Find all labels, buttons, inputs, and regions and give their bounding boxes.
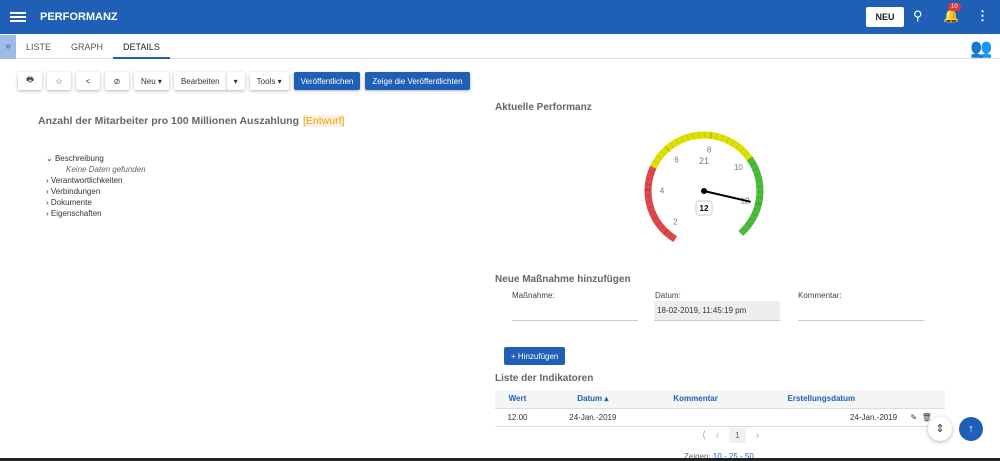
- print-button[interactable]: 🖶: [18, 72, 42, 90]
- first-page-icon[interactable]: ⟨: [702, 430, 706, 441]
- gauge-title: 21: [699, 156, 709, 166]
- tree-item-dokumente[interactable]: › Dokumente: [46, 197, 146, 208]
- new-button[interactable]: NEU: [866, 7, 904, 27]
- gauge-pivot: [701, 188, 707, 194]
- favorite-button[interactable]: ☆: [47, 72, 71, 90]
- neu-dropdown[interactable]: Neu ▾: [134, 72, 169, 90]
- cell-erstellt: 24-Jan.-2019: [745, 408, 898, 427]
- page-title: Anzahl der Mitarbeiter pro 100 Millionen…: [38, 115, 345, 127]
- tree-item-beschreibung[interactable]: ⌄ Beschreibung: [46, 153, 146, 164]
- status-badge: [Entwurf]: [302, 115, 345, 127]
- edit-icon[interactable]: ✎: [910, 413, 917, 422]
- col-wert[interactable]: Wert: [495, 390, 540, 409]
- bearbeiten-dropdown-toggle[interactable]: ▾: [226, 72, 245, 90]
- tab-bar: » LISTE GRAPH DETAILS: [0, 34, 1000, 59]
- next-page-icon[interactable]: ›: [756, 430, 759, 441]
- datum-label: Datum:: [655, 291, 681, 300]
- title-text: Anzahl der Mitarbeiter pro 100 Millionen…: [38, 115, 299, 127]
- share-button[interactable]: <: [76, 72, 100, 90]
- tree-label: Beschreibung: [54, 154, 104, 163]
- toolbar: 🖶 ☆ < ⊘ Neu ▾ Bearbeiten ▾ Tools ▾ Veröf…: [18, 72, 470, 90]
- cell-wert: 12.00: [495, 408, 540, 427]
- neu-label: Neu: [141, 76, 156, 86]
- add-measure-heading: Neue Maßnahme hinzufügen: [495, 274, 631, 285]
- kommentar-input[interactable]: [798, 301, 924, 321]
- massnahme-input[interactable]: [512, 301, 638, 321]
- kommentar-label: Kommentar:: [798, 291, 842, 300]
- indicators-heading: Liste der Indikatoren: [495, 373, 594, 384]
- notification-badge: 10: [948, 3, 961, 11]
- gauge-tick-label: 4: [660, 186, 665, 195]
- tree-label: Verantwortlichkeiten: [50, 176, 123, 185]
- scroll-toggle-button[interactable]: ⇕: [928, 417, 952, 441]
- gauge-value-label: 12: [700, 204, 709, 213]
- massnahme-label: Maßnahme:: [512, 291, 555, 300]
- tree-label: Eigenschaften: [50, 209, 102, 218]
- add-button[interactable]: + Hinzufügen: [504, 347, 566, 365]
- empty-message: Keine Daten gefunden: [66, 165, 146, 174]
- col-datum[interactable]: Datum ▴: [539, 390, 646, 409]
- datum-input[interactable]: 18-02-2019, 11:45:19 pm: [654, 301, 780, 321]
- gauge-tick-label: 6: [674, 155, 679, 164]
- gauge-tick-label: 10: [734, 163, 743, 172]
- prev-page-icon[interactable]: ‹: [716, 430, 719, 441]
- notifications-off-button[interactable]: ⊘: [105, 72, 129, 90]
- tab-liste[interactable]: LISTE: [16, 35, 61, 59]
- app-title: PERFORMANZ: [40, 11, 118, 23]
- performance-gauge: 246810122112: [644, 131, 764, 243]
- tree-item-eigenschaften[interactable]: › Eigenschaften: [46, 208, 146, 219]
- sidebar-expand-icon[interactable]: »: [0, 34, 16, 59]
- tree-label: Dokumente: [50, 198, 92, 207]
- gauge-tick-label: 2: [673, 218, 678, 227]
- users-icon[interactable]: 👥: [970, 38, 992, 59]
- publish-button[interactable]: Veröffentlichen: [293, 72, 361, 90]
- table-row: 12.00 24-Jan.-2019 24-Jan.-2019 ✎ 🗑: [495, 408, 945, 427]
- tab-details[interactable]: DETAILS: [113, 35, 170, 59]
- col-kommentar[interactable]: Kommentar: [645, 390, 746, 409]
- show-published-button[interactable]: Zeige die Veröffentlichten: [365, 72, 470, 90]
- performance-heading: Aktuelle Performanz: [495, 102, 592, 113]
- indicators-table: Wert Datum ▴ Kommentar Erstellungsdatum …: [495, 390, 945, 427]
- scroll-top-button[interactable]: ↑: [959, 417, 983, 441]
- tree-item-verantwortlichkeiten[interactable]: › Verantwortlichkeiten: [46, 175, 146, 186]
- cell-datum: 24-Jan.-2019: [539, 408, 646, 427]
- gauge-band-0: [644, 165, 678, 242]
- page-number[interactable]: 1: [729, 428, 746, 443]
- hamburger-menu-icon[interactable]: [10, 10, 26, 24]
- details-tree: ⌄ Beschreibung Keine Daten gefunden › Ve…: [46, 153, 146, 219]
- col-actions: [897, 390, 945, 409]
- top-app-bar: PERFORMANZ NEU ⚲ 🔔 10 ⋮: [0, 0, 1000, 34]
- gauge-tick-label: 8: [707, 145, 712, 154]
- more-vert-icon[interactable]: ⋮: [976, 8, 989, 24]
- tools-dropdown[interactable]: Tools ▾: [249, 72, 289, 90]
- tree-item-verbindungen[interactable]: › Verbindungen: [46, 186, 146, 197]
- tools-label: Tools: [256, 76, 276, 86]
- tab-graph[interactable]: GRAPH: [61, 35, 113, 59]
- bearbeiten-button[interactable]: Bearbeiten: [173, 72, 227, 90]
- pagination: ⟨ ‹ 1 ›: [702, 428, 759, 443]
- tree-label: Verbindungen: [50, 187, 101, 196]
- cell-kommentar: [645, 408, 746, 427]
- search-icon[interactable]: ⚲: [913, 8, 923, 24]
- col-erstellungsdatum[interactable]: Erstellungsdatum: [745, 390, 898, 409]
